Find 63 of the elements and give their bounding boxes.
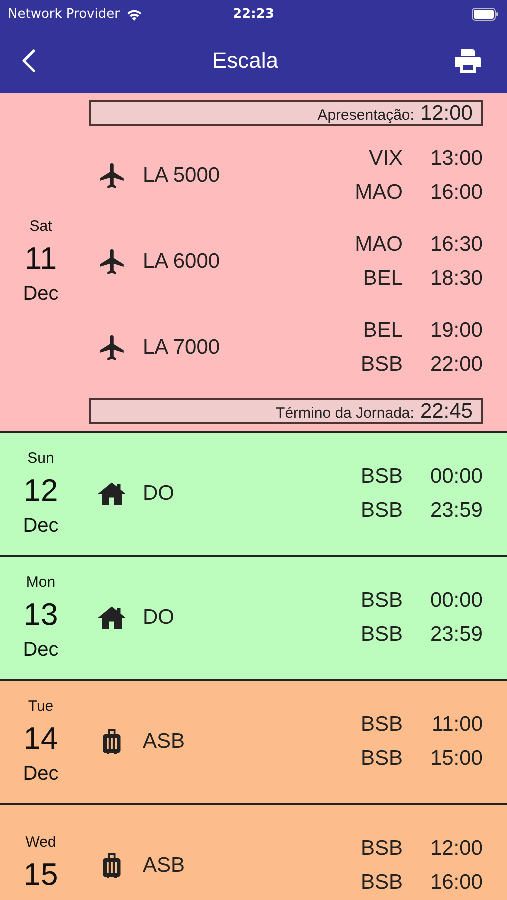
back-icon[interactable]: [22, 48, 36, 72]
leg-time: 15:00: [429, 747, 483, 771]
banner-time: 12:00: [420, 104, 473, 124]
leg-time: 18:30: [429, 267, 483, 291]
airport-code: BSB: [360, 353, 403, 377]
leg-time: 11:00: [431, 713, 483, 737]
airport-code: BSB: [360, 589, 403, 613]
weekday-label: Mon: [26, 574, 56, 591]
airport-code: BSB: [360, 465, 403, 489]
weekday-label: Wed: [26, 834, 56, 850]
month-label: Dec: [23, 515, 59, 538]
day-number: 12: [24, 473, 58, 509]
leg-time: 16:00: [429, 871, 483, 895]
day-number: 14: [24, 721, 58, 757]
airport-code: VIX: [368, 147, 403, 171]
banner-time: 22:45: [420, 402, 473, 422]
duty-code: LA 7000: [143, 336, 222, 360]
airport-code: BEL: [362, 319, 403, 343]
duty-code: DO: [143, 606, 176, 630]
carrier-name: Network Provider: [8, 6, 120, 22]
weekday-label: Sun: [28, 450, 54, 467]
day-number: 11: [24, 241, 58, 277]
airport-code: BSB: [360, 871, 403, 895]
duty-code: ASB: [143, 854, 186, 878]
leg-time: 00:00: [429, 465, 483, 489]
airport-code: MAO: [355, 233, 403, 257]
airport-code: BSB: [360, 747, 403, 771]
month-label: Dec: [23, 763, 59, 786]
leg-time: 23:59: [429, 499, 483, 523]
leg-time: 22:00: [429, 353, 483, 377]
duty-code: ASB: [143, 730, 186, 754]
banner-label: Apresentação:: [318, 107, 414, 124]
airplane-icon: [97, 247, 127, 277]
weekday-label: Tue: [28, 698, 54, 715]
airplane-icon: [97, 161, 127, 191]
month-label: Dec: [23, 283, 59, 306]
airport-code: BEL: [362, 267, 403, 291]
clock-time: 22:23: [233, 6, 274, 22]
printer-icon[interactable]: [454, 48, 481, 72]
duty-code: LA 6000: [143, 250, 222, 274]
battery-icon: [472, 8, 499, 20]
duty-code: LA 5000: [143, 164, 222, 188]
leg-time: 19:00: [429, 319, 483, 343]
weekday-label: Sat: [30, 218, 52, 235]
day-number: 13: [24, 597, 58, 633]
airport-code: MAO: [355, 181, 403, 205]
banner-label: Término da Jornada:: [276, 405, 414, 422]
leg-time: 16:00: [429, 181, 483, 205]
airport-code: BSB: [360, 837, 403, 861]
leg-time: 00:00: [429, 589, 483, 613]
screen-title: Escala: [212, 48, 279, 74]
duty-code: DO: [143, 482, 176, 506]
leg-time: 13:00: [429, 147, 483, 171]
wifi-icon: [126, 8, 143, 20]
leg-time: 16:30: [429, 233, 483, 257]
day-number: 15: [24, 856, 58, 892]
airplane-icon: [97, 333, 127, 363]
leg-time: 23:59: [429, 623, 483, 647]
leg-time: 12:00: [429, 837, 483, 861]
month-label: Dec: [23, 639, 59, 662]
airport-code: BSB: [360, 623, 403, 647]
airport-code: BSB: [360, 499, 403, 523]
airport-code: BSB: [360, 713, 403, 737]
